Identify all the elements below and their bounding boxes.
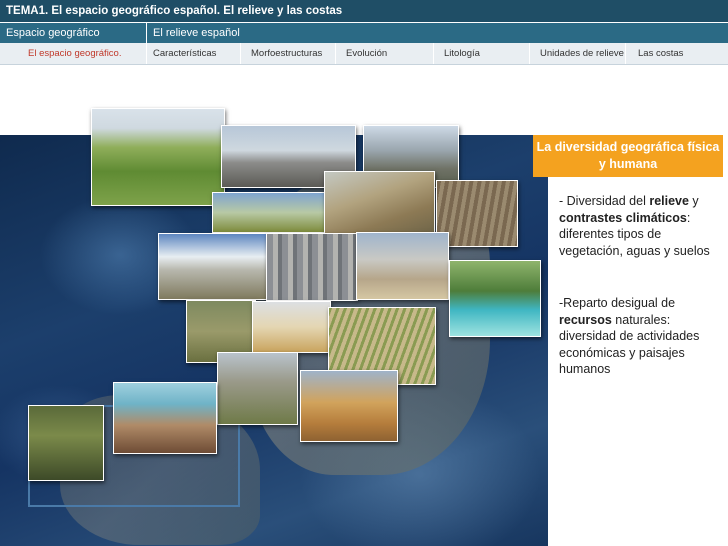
point-recursos: -Reparto desigual de recursos naturales:… [559, 295, 719, 378]
point2-prefix: -Reparto desigual de [559, 296, 676, 310]
section-bar: Espacio geográfico El relieve español [0, 22, 728, 43]
photo-eroded-badlands [300, 370, 398, 442]
point-diversidad: - Diversidad del relieve y contrastes cl… [559, 193, 719, 259]
tab-morfoestructuras[interactable]: Morfoestructuras [241, 43, 336, 64]
point1-mid: y [688, 194, 699, 208]
photo-tropical-bay [449, 260, 541, 337]
point1-prefix: - Diversidad del [559, 194, 650, 208]
photo-city-aerial [266, 233, 358, 301]
section-relieve-espanol[interactable]: El relieve español [147, 23, 728, 43]
point1-bold-relieve: relieve [649, 194, 689, 208]
photo-volcanic-coast [113, 382, 217, 454]
photo-snowy-mountains [158, 233, 268, 300]
section-espacio-geografico[interactable]: Espacio geográfico [0, 23, 147, 43]
highlight-title: La diversidad geográfica física y humana [533, 135, 723, 177]
point1-bold-climaticos: contrastes climáticos [559, 210, 687, 225]
tab-las-costas[interactable]: Las costas [626, 43, 728, 64]
tab-evolucion[interactable]: Evolución [336, 43, 434, 64]
photo-wetland [212, 192, 325, 233]
tab-unidades-de-relieve[interactable]: Unidades de relieve [530, 43, 626, 64]
text-panel [548, 70, 728, 481]
photo-windmills [252, 301, 331, 353]
photo-limestone-cliff [324, 171, 435, 236]
tab-litologia[interactable]: Litología [434, 43, 530, 64]
photo-coastal-city [356, 232, 449, 300]
tab-bar: El espacio geográfico. Características M… [0, 43, 728, 65]
tab-caracteristicas[interactable]: Características [147, 43, 241, 64]
tab-espacio-geografico[interactable]: El espacio geográfico. [0, 43, 147, 64]
photo-flat-plain [217, 352, 298, 425]
photo-green-hills [91, 108, 225, 206]
photo-forest [28, 405, 104, 481]
slide-title: TEMA1. El espacio geográfico español. El… [0, 0, 728, 22]
point2-bold-recursos: recursos [559, 312, 612, 327]
